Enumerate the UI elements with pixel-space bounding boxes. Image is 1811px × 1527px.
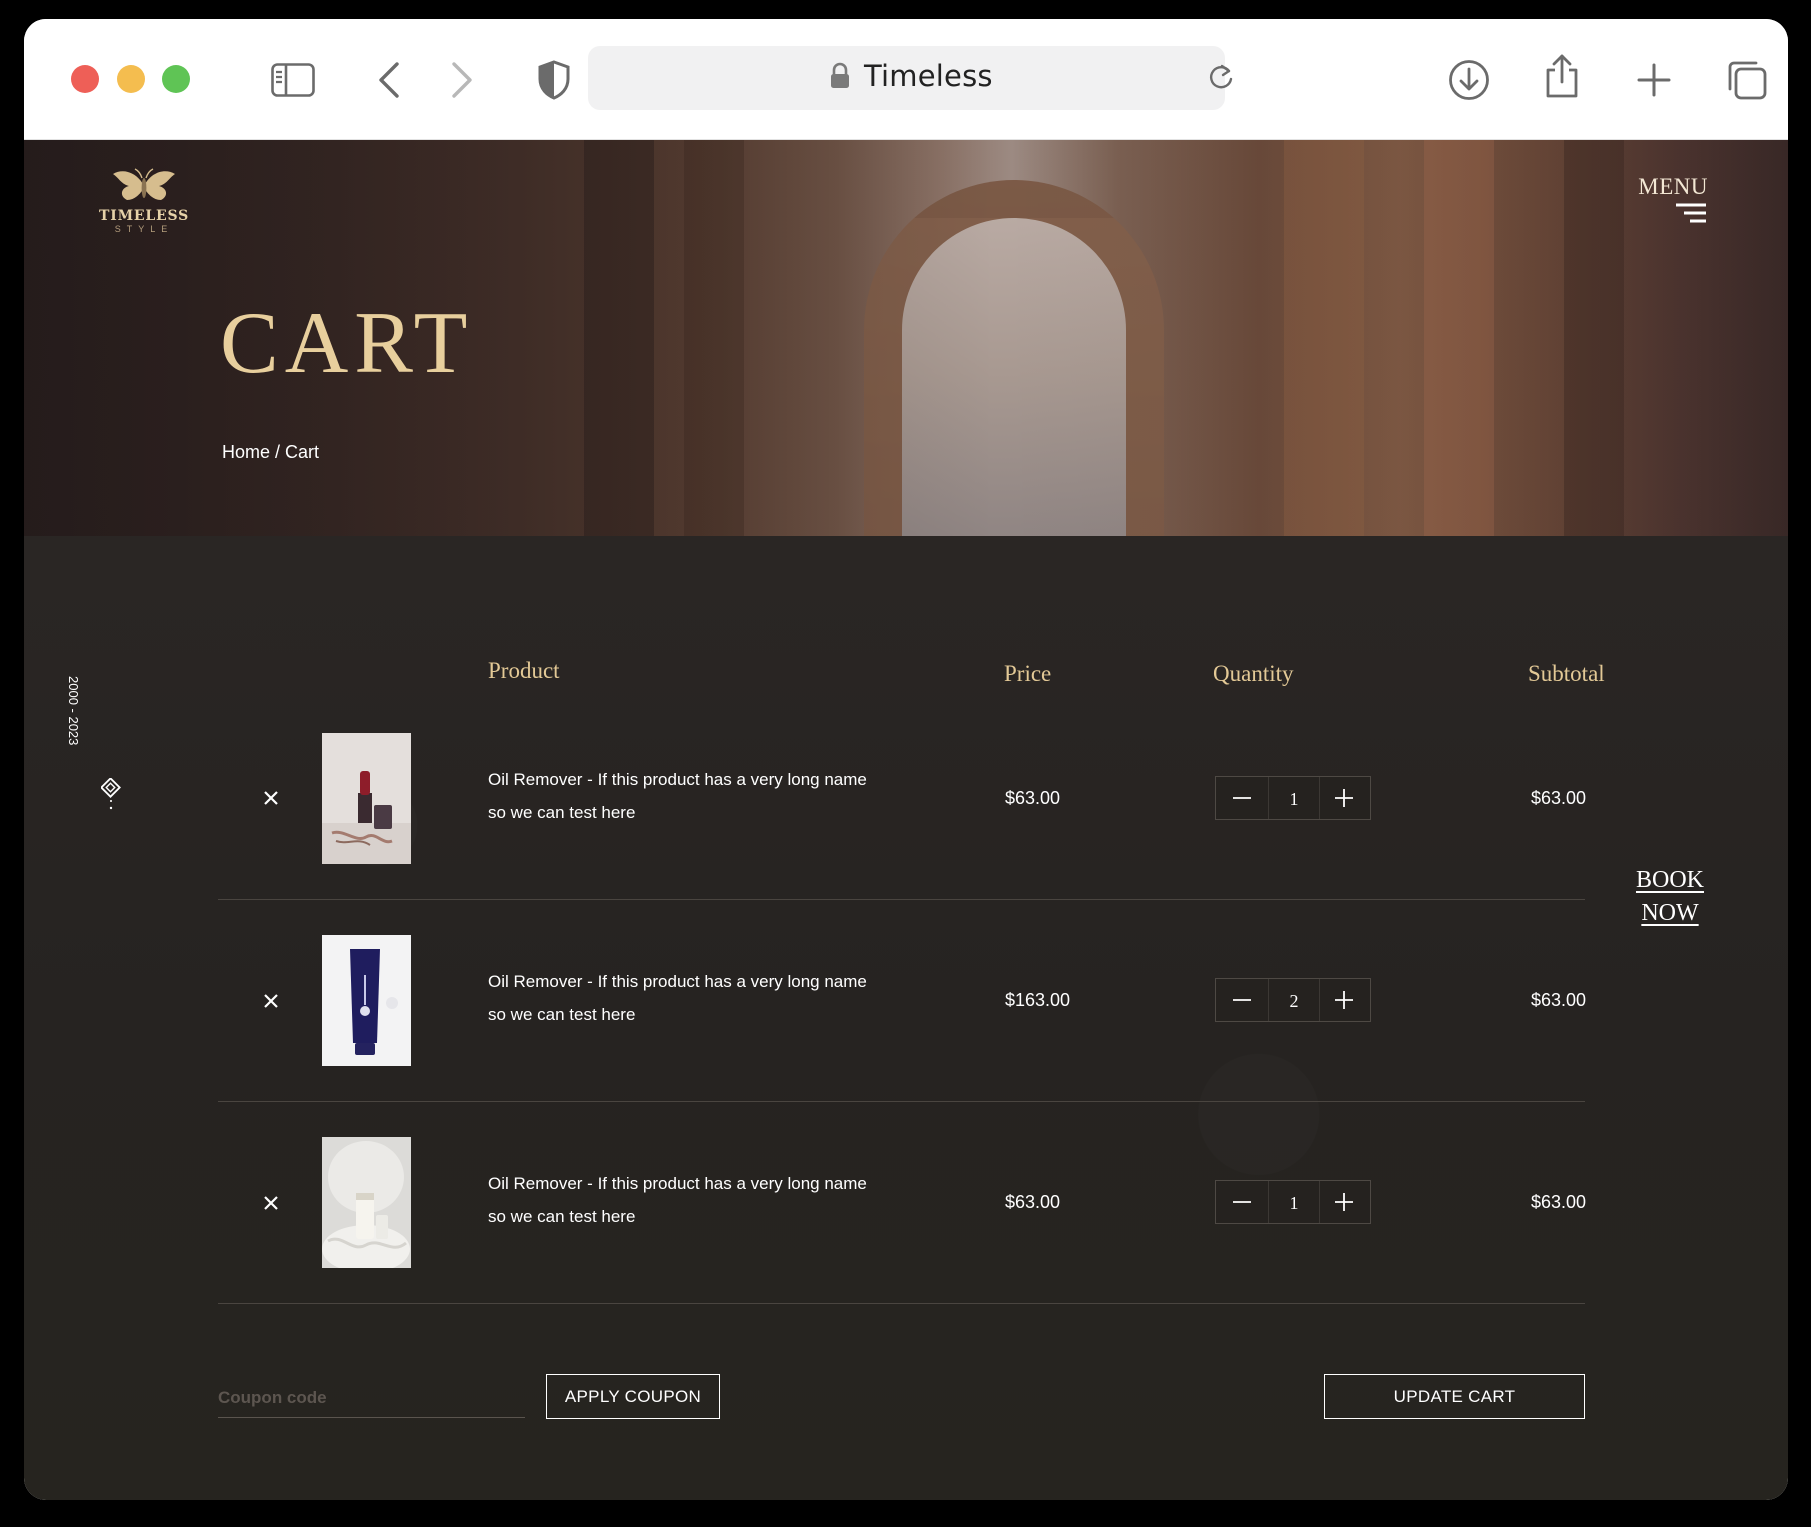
cream-product-photo	[322, 1137, 411, 1268]
update-cart-button[interactable]: UPDATE CART	[1324, 1374, 1585, 1419]
hamburger-icon	[1676, 203, 1706, 223]
logo-name: TIMELESS	[99, 208, 189, 224]
quantity-increase-button[interactable]	[1318, 979, 1370, 1021]
product-name[interactable]: Oil Remover - If this product has a very…	[488, 1167, 908, 1233]
product-name-line2: so we can test here	[488, 803, 636, 822]
remove-item-button[interactable]	[256, 783, 286, 813]
quantity-decrease-button[interactable]	[1216, 1181, 1268, 1223]
diamond-ornament-icon	[101, 778, 121, 810]
apply-coupon-button[interactable]: APPLY COUPON	[546, 1374, 720, 1419]
plus-icon	[1335, 1193, 1353, 1211]
butterfly-logo-icon	[113, 168, 175, 200]
quantity-stepper: 1	[1215, 776, 1371, 820]
zoom-window-button[interactable]	[162, 65, 190, 93]
plus-icon	[1335, 789, 1353, 807]
share-icon[interactable]	[1537, 51, 1587, 101]
minus-icon	[1233, 999, 1251, 1001]
book-now-link[interactable]: BOOK NOW	[1630, 864, 1710, 930]
product-image[interactable]	[322, 1137, 411, 1268]
row-divider	[218, 899, 1585, 900]
product-subtotal: $63.00	[1531, 990, 1587, 1010]
new-tab-icon[interactable]	[1629, 55, 1679, 105]
lock-icon	[831, 62, 849, 88]
minus-icon	[1233, 797, 1251, 799]
product-name[interactable]: Oil Remover - If this product has a very…	[488, 965, 908, 1031]
browser-toolbar: Timeless	[24, 19, 1788, 140]
sidebar-icon[interactable]	[268, 55, 318, 105]
plus-icon	[1335, 991, 1353, 1009]
quantity-value[interactable]: 2	[1268, 979, 1320, 1021]
product-image[interactable]	[322, 935, 411, 1066]
quantity-decrease-button[interactable]	[1216, 979, 1268, 1021]
page-title: CART	[220, 295, 474, 392]
quantity-decrease-button[interactable]	[1216, 777, 1268, 819]
browser-window: Timeless TIMELESS STYLE MENU CART Home /…	[24, 19, 1788, 1500]
product-name-line2: so we can test here	[488, 1207, 636, 1226]
reload-icon[interactable]	[1196, 52, 1246, 102]
product-name-line2: so we can test here	[488, 1005, 636, 1024]
address-bar-title: Timeless	[864, 59, 993, 93]
close-icon	[264, 791, 278, 805]
product-image[interactable]	[322, 733, 411, 864]
product-price: $63.00	[1005, 788, 1061, 808]
product-subtotal: $63.00	[1531, 788, 1587, 808]
site-logo[interactable]: TIMELESS STYLE	[94, 166, 194, 234]
shield-icon[interactable]	[529, 55, 579, 105]
book-now-line2: NOW	[1641, 900, 1699, 926]
product-name[interactable]: Oil Remover - If this product has a very…	[488, 763, 908, 829]
hero-banner: TIMELESS STYLE MENU CART Home / Cart	[24, 140, 1788, 536]
minimize-window-button[interactable]	[117, 65, 145, 93]
logo-tagline: STYLE	[114, 224, 174, 234]
close-icon	[264, 994, 278, 1008]
years-label: 2000 - 2023	[66, 676, 81, 746]
download-icon[interactable]	[1444, 55, 1494, 105]
forward-icon[interactable]	[437, 55, 487, 105]
header-subtotal: Subtotal	[1528, 661, 1605, 686]
cart-section: 2000 - 2023 BOOK NOW Product Price Quant…	[24, 536, 1788, 1500]
row-divider	[218, 1101, 1585, 1102]
quantity-increase-button[interactable]	[1318, 1181, 1370, 1223]
coupon-code-input[interactable]	[218, 1378, 525, 1418]
product-name-line1: Oil Remover - If this product has a very…	[488, 1174, 867, 1193]
tabs-overview-icon[interactable]	[1722, 55, 1772, 105]
quantity-value[interactable]: 1	[1268, 1181, 1320, 1223]
remove-item-button[interactable]	[256, 986, 286, 1016]
minus-icon	[1233, 1201, 1251, 1203]
row-divider	[218, 1303, 1585, 1304]
quantity-stepper: 1	[1215, 1180, 1371, 1224]
header-price: Price	[1004, 661, 1052, 686]
close-window-button[interactable]	[71, 65, 99, 93]
product-price: $63.00	[1005, 1192, 1061, 1212]
product-name-line1: Oil Remover - If this product has a very…	[488, 972, 867, 991]
product-name-line1: Oil Remover - If this product has a very…	[488, 770, 867, 789]
book-now-line1: BOOK	[1635, 867, 1704, 893]
product-price: $163.00	[1005, 990, 1071, 1010]
close-icon	[264, 1196, 278, 1210]
quantity-stepper: 2	[1215, 978, 1371, 1022]
lipstick-product-photo	[322, 733, 411, 864]
remove-item-button[interactable]	[256, 1188, 286, 1218]
quantity-increase-button[interactable]	[1318, 777, 1370, 819]
blue-tube-product-photo	[322, 935, 411, 1066]
breadcrumb[interactable]: Home / Cart	[222, 442, 319, 463]
menu-button[interactable]: MENU	[1638, 174, 1708, 224]
menu-label: MENU	[1638, 174, 1708, 199]
back-icon[interactable]	[364, 55, 414, 105]
header-quantity: Quantity	[1213, 661, 1294, 686]
quantity-value[interactable]: 1	[1268, 777, 1320, 819]
product-subtotal: $63.00	[1531, 1192, 1587, 1212]
header-product: Product	[488, 658, 560, 683]
